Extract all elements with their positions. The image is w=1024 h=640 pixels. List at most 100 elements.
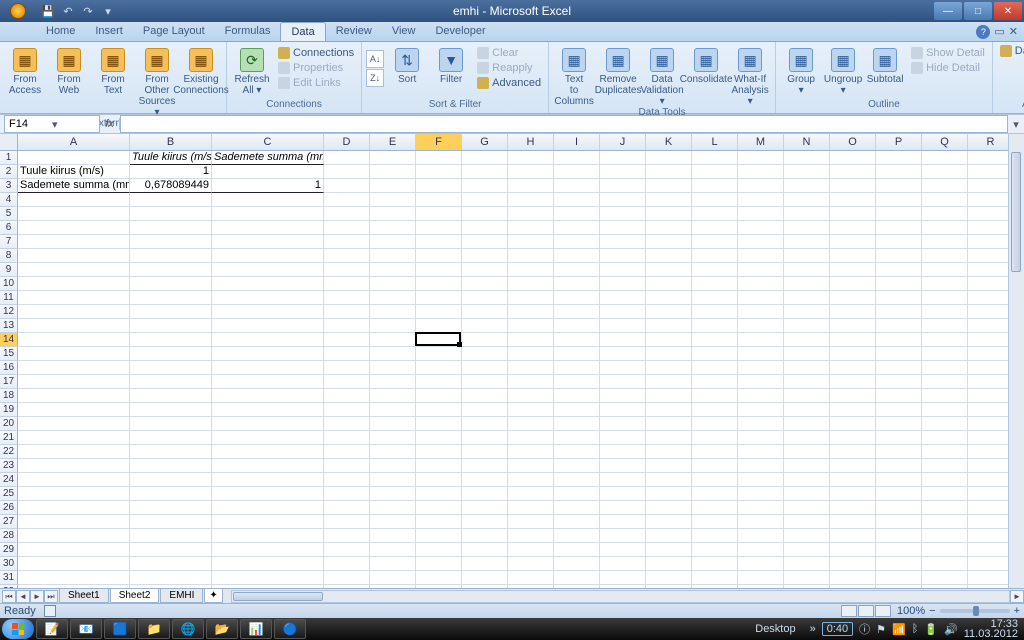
cell-M12[interactable] bbox=[738, 305, 784, 319]
cell-D9[interactable] bbox=[324, 263, 370, 277]
cell-P3[interactable] bbox=[876, 179, 922, 193]
cell-P4[interactable] bbox=[876, 193, 922, 207]
cell-B31[interactable] bbox=[130, 571, 212, 585]
cell-K22[interactable] bbox=[646, 445, 692, 459]
cell-J25[interactable] bbox=[600, 487, 646, 501]
cell-E25[interactable] bbox=[370, 487, 416, 501]
cell-D23[interactable] bbox=[324, 459, 370, 473]
cell-H17[interactable] bbox=[508, 375, 554, 389]
cell-L29[interactable] bbox=[692, 543, 738, 557]
cell-P1[interactable] bbox=[876, 151, 922, 165]
from-text-button[interactable]: ▦FromText bbox=[92, 44, 134, 96]
cell-L8[interactable] bbox=[692, 249, 738, 263]
tray-recording[interactable]: 0:40 bbox=[822, 622, 853, 636]
cell-C25[interactable] bbox=[212, 487, 324, 501]
consolidate-button[interactable]: ▦Consolidate bbox=[685, 44, 727, 85]
column-header-O[interactable]: O bbox=[830, 134, 876, 150]
cell-H27[interactable] bbox=[508, 515, 554, 529]
cell-J31[interactable] bbox=[600, 571, 646, 585]
row-header-15[interactable]: 15 bbox=[0, 347, 18, 361]
cell-Q25[interactable] bbox=[922, 487, 968, 501]
cell-G23[interactable] bbox=[462, 459, 508, 473]
tray-expand-icon[interactable]: » bbox=[810, 623, 816, 635]
cell-M31[interactable] bbox=[738, 571, 784, 585]
data-validation--button[interactable]: ▦DataValidation ▾ bbox=[641, 44, 683, 107]
cell-F23[interactable] bbox=[416, 459, 462, 473]
sort-az-za[interactable]: A↓Z↓ bbox=[366, 44, 384, 87]
cell-J1[interactable] bbox=[600, 151, 646, 165]
taskbar-folder-icon[interactable]: 📂 bbox=[206, 619, 238, 639]
cell-J12[interactable] bbox=[600, 305, 646, 319]
cell-N23[interactable] bbox=[784, 459, 830, 473]
cell-L3[interactable] bbox=[692, 179, 738, 193]
cell-G28[interactable] bbox=[462, 529, 508, 543]
row-header-31[interactable]: 31 bbox=[0, 571, 18, 585]
cell-H5[interactable] bbox=[508, 207, 554, 221]
row-header-5[interactable]: 5 bbox=[0, 207, 18, 221]
tray-info-icon[interactable]: ⓘ bbox=[859, 621, 870, 637]
column-header-I[interactable]: I bbox=[554, 134, 600, 150]
cell-E19[interactable] bbox=[370, 403, 416, 417]
cell-E1[interactable] bbox=[370, 151, 416, 165]
row-header-23[interactable]: 23 bbox=[0, 459, 18, 473]
cell-F27[interactable] bbox=[416, 515, 462, 529]
cell-B20[interactable] bbox=[130, 417, 212, 431]
cell-J29[interactable] bbox=[600, 543, 646, 557]
cell-E7[interactable] bbox=[370, 235, 416, 249]
cell-F26[interactable] bbox=[416, 501, 462, 515]
tab-data[interactable]: Data bbox=[280, 22, 325, 41]
cell-J20[interactable] bbox=[600, 417, 646, 431]
cell-P18[interactable] bbox=[876, 389, 922, 403]
cell-Q29[interactable] bbox=[922, 543, 968, 557]
cell-J2[interactable] bbox=[600, 165, 646, 179]
cell-C12[interactable] bbox=[212, 305, 324, 319]
cell-N7[interactable] bbox=[784, 235, 830, 249]
cell-G24[interactable] bbox=[462, 473, 508, 487]
cell-A28[interactable] bbox=[18, 529, 130, 543]
cell-H29[interactable] bbox=[508, 543, 554, 557]
cell-Q4[interactable] bbox=[922, 193, 968, 207]
cell-F9[interactable] bbox=[416, 263, 462, 277]
cell-K8[interactable] bbox=[646, 249, 692, 263]
cell-B29[interactable] bbox=[130, 543, 212, 557]
cell-B2[interactable]: 1 bbox=[130, 165, 212, 179]
cell-A11[interactable] bbox=[18, 291, 130, 305]
cell-G5[interactable] bbox=[462, 207, 508, 221]
cell-P12[interactable] bbox=[876, 305, 922, 319]
cell-C16[interactable] bbox=[212, 361, 324, 375]
cell-O4[interactable] bbox=[830, 193, 876, 207]
cell-G7[interactable] bbox=[462, 235, 508, 249]
tray-volume-icon[interactable]: 🔊 bbox=[944, 623, 958, 636]
cell-D18[interactable] bbox=[324, 389, 370, 403]
cell-K15[interactable] bbox=[646, 347, 692, 361]
cell-P11[interactable] bbox=[876, 291, 922, 305]
cell-M16[interactable] bbox=[738, 361, 784, 375]
cell-O24[interactable] bbox=[830, 473, 876, 487]
cell-P13[interactable] bbox=[876, 319, 922, 333]
cell-F14[interactable] bbox=[416, 333, 462, 347]
cell-A9[interactable] bbox=[18, 263, 130, 277]
cell-G11[interactable] bbox=[462, 291, 508, 305]
column-header-N[interactable]: N bbox=[784, 134, 830, 150]
cell-H31[interactable] bbox=[508, 571, 554, 585]
cell-I27[interactable] bbox=[554, 515, 600, 529]
cell-K20[interactable] bbox=[646, 417, 692, 431]
cell-A6[interactable] bbox=[18, 221, 130, 235]
cell-Q6[interactable] bbox=[922, 221, 968, 235]
cell-O31[interactable] bbox=[830, 571, 876, 585]
cell-E4[interactable] bbox=[370, 193, 416, 207]
cell-J15[interactable] bbox=[600, 347, 646, 361]
cell-K28[interactable] bbox=[646, 529, 692, 543]
cell-N22[interactable] bbox=[784, 445, 830, 459]
cell-F2[interactable] bbox=[416, 165, 462, 179]
cell-L22[interactable] bbox=[692, 445, 738, 459]
cell-I12[interactable] bbox=[554, 305, 600, 319]
cell-N10[interactable] bbox=[784, 277, 830, 291]
cell-L2[interactable] bbox=[692, 165, 738, 179]
cell-J27[interactable] bbox=[600, 515, 646, 529]
cell-C19[interactable] bbox=[212, 403, 324, 417]
cell-F4[interactable] bbox=[416, 193, 462, 207]
tab-page-layout[interactable]: Page Layout bbox=[133, 22, 215, 41]
cell-P2[interactable] bbox=[876, 165, 922, 179]
cell-M18[interactable] bbox=[738, 389, 784, 403]
